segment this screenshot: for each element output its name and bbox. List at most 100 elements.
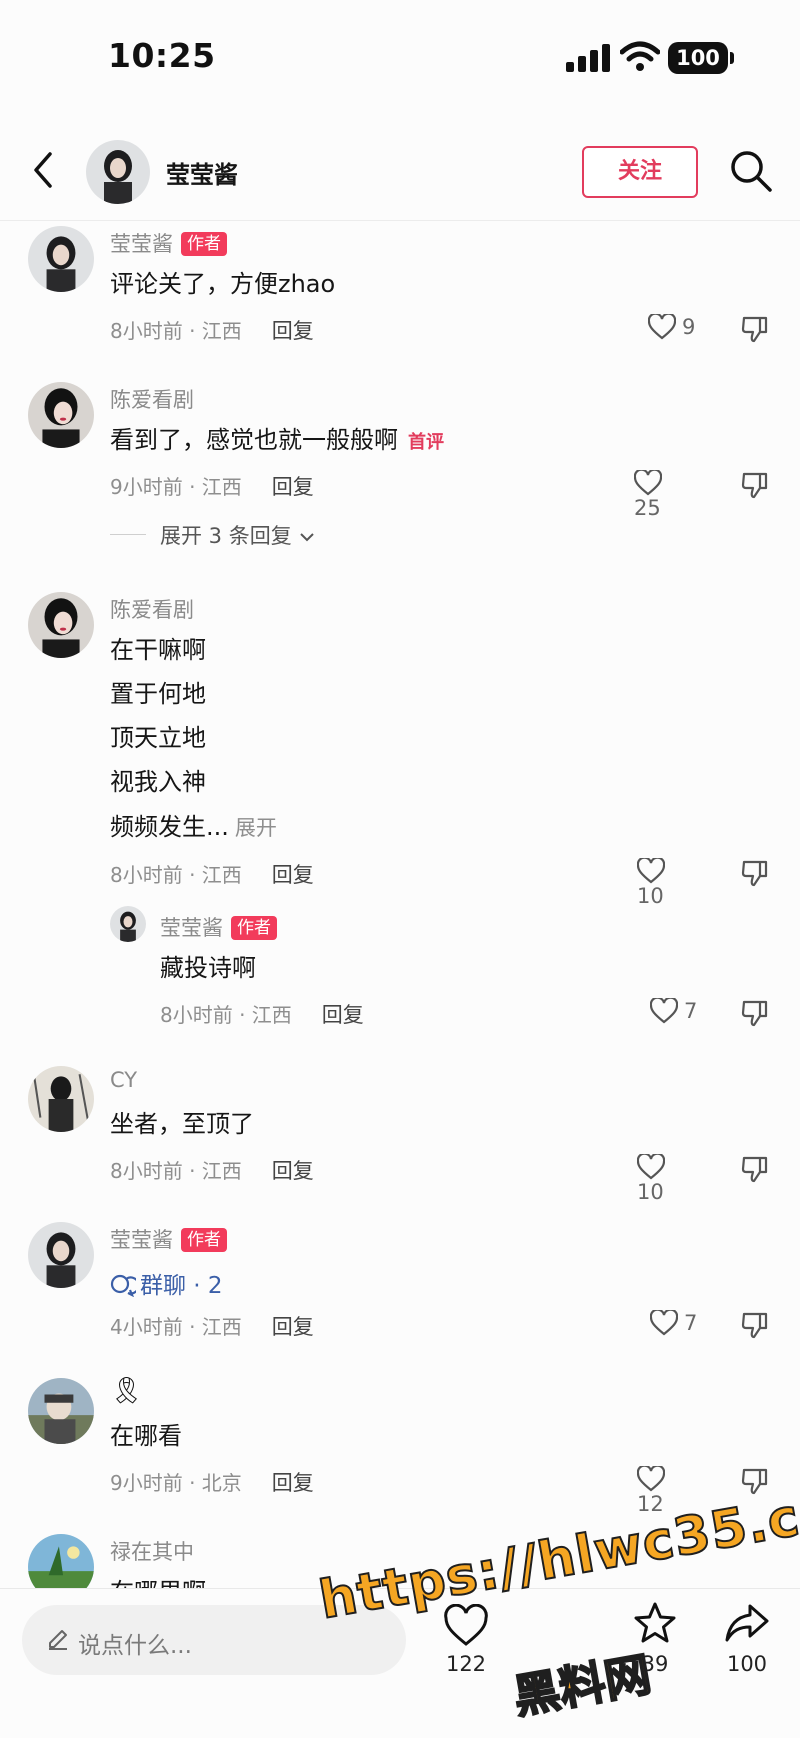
comment-username[interactable]: 陈爱看剧 bbox=[110, 594, 194, 624]
battery-indicator: 100 bbox=[668, 42, 734, 74]
like-count: 9 bbox=[682, 315, 696, 339]
comment-username[interactable]: 莹莹酱 作者 bbox=[110, 228, 227, 258]
username-text[interactable]: 莹莹酱 bbox=[160, 916, 223, 940]
like-count: 7 bbox=[684, 999, 698, 1023]
comment-time: 9小时前 · 北京 bbox=[110, 1471, 242, 1495]
username-text[interactable]: 莹莹酱 bbox=[110, 232, 173, 256]
reply-username[interactable]: 莹莹酱 作者 bbox=[160, 912, 277, 942]
dislike-icon[interactable] bbox=[740, 858, 770, 888]
like-button[interactable]: 7 bbox=[649, 996, 710, 1024]
comment-text: 评论关了，方便zhao bbox=[110, 270, 336, 298]
like-count: 10 bbox=[637, 1180, 664, 1204]
header-username[interactable]: 莹莹酱 bbox=[166, 155, 238, 190]
dislike-icon[interactable] bbox=[740, 1310, 770, 1340]
comment-text: 在哪里啊 bbox=[110, 1570, 206, 1588]
comment-input-placeholder[interactable]: 说点什么... bbox=[78, 1626, 192, 1660]
heart-icon bbox=[647, 312, 677, 340]
like-button[interactable]: 9 bbox=[647, 312, 708, 340]
heart-icon bbox=[649, 996, 679, 1024]
comment-line: 视我入神 bbox=[110, 768, 206, 796]
comment-avatar[interactable] bbox=[28, 1222, 94, 1288]
comment-meta: 9小时前 · 江西 回复 bbox=[110, 471, 314, 501]
author-badge: 作者 bbox=[181, 1228, 227, 1252]
reply-button[interactable]: 回复 bbox=[272, 1315, 314, 1339]
comment-line: 在干嘛啊 bbox=[110, 636, 206, 664]
heart-icon bbox=[633, 468, 663, 496]
comment-text: 在哪看 bbox=[110, 1422, 182, 1450]
chevron-down-icon bbox=[300, 533, 315, 542]
comment-avatar[interactable] bbox=[28, 226, 94, 292]
reply-button[interactable]: 回复 bbox=[272, 863, 314, 887]
comment-meta: 8小时前 · 江西 回复 bbox=[110, 315, 314, 345]
group-chat-link[interactable]: 群聊 · 2 bbox=[110, 1266, 223, 1300]
comment-text: 坐者，至顶了 bbox=[110, 1110, 254, 1138]
comment-time: 8小时前 · 江西 bbox=[110, 319, 242, 343]
heart-icon[interactable] bbox=[443, 1604, 489, 1650]
comment-meta: 8小时前 · 江西 回复 bbox=[110, 1155, 314, 1185]
expand-text-button[interactable]: 展开 bbox=[235, 816, 277, 840]
author-badge: 作者 bbox=[181, 232, 227, 256]
status-time: 10:25 bbox=[108, 36, 216, 75]
reply-button[interactable]: 回复 bbox=[272, 319, 314, 343]
back-icon[interactable] bbox=[26, 148, 62, 192]
dislike-icon[interactable] bbox=[740, 998, 770, 1028]
expand-divider bbox=[110, 534, 146, 535]
search-icon[interactable] bbox=[728, 148, 774, 194]
comment-username[interactable]: 陈爱看剧 bbox=[110, 384, 194, 414]
like-count: 7 bbox=[684, 1311, 698, 1335]
comment-username[interactable]: 禄在其中 bbox=[110, 1536, 194, 1566]
like-button[interactable]: 10 bbox=[636, 1152, 697, 1204]
comment-text: 看到了，感觉也就一般般啊 首评 bbox=[110, 418, 444, 465]
comment-username[interactable]: CY bbox=[110, 1068, 137, 1092]
reply-button[interactable]: 回复 bbox=[322, 1003, 364, 1027]
comment-meta: 8小时前 · 江西 回复 bbox=[110, 859, 314, 889]
chat-bubble-icon bbox=[110, 1274, 140, 1298]
comment-time: 8小时前 · 江西 bbox=[110, 863, 242, 887]
comment-meta: 9小时前 · 北京 回复 bbox=[110, 1467, 314, 1497]
signal-icon bbox=[566, 44, 610, 72]
reply-text: 藏投诗啊 bbox=[160, 954, 256, 982]
expand-replies-button[interactable]: 展开 3 条回复 bbox=[160, 520, 316, 550]
like-count: 10 bbox=[637, 884, 664, 908]
comment-time: 8小时前 · 江西 bbox=[110, 1159, 242, 1183]
like-count: 25 bbox=[634, 496, 661, 520]
ribbon-emoji: 🎗 bbox=[110, 1376, 144, 1406]
comment-line-text: 频频发生... bbox=[110, 813, 229, 841]
expand-label[interactable]: 展开 3 条回复 bbox=[160, 524, 292, 548]
comment-avatar[interactable] bbox=[28, 1378, 94, 1444]
header-divider bbox=[0, 220, 800, 221]
comment-avatar[interactable] bbox=[28, 1066, 94, 1132]
first-comment-tag: 首评 bbox=[408, 432, 444, 453]
reply-button[interactable]: 回复 bbox=[272, 1471, 314, 1495]
dislike-icon[interactable] bbox=[740, 470, 770, 500]
comment-time: 9小时前 · 江西 bbox=[110, 475, 242, 499]
wifi-icon bbox=[620, 41, 660, 71]
dislike-icon[interactable] bbox=[740, 314, 770, 344]
comment-time: 8小时前 · 江西 bbox=[160, 1003, 292, 1027]
comment-line: 置于何地 bbox=[110, 680, 206, 708]
reply-avatar[interactable] bbox=[110, 906, 146, 942]
comment-time: 4小时前 · 江西 bbox=[110, 1315, 242, 1339]
reply-meta: 8小时前 · 江西 回复 bbox=[160, 999, 364, 1029]
dislike-icon[interactable] bbox=[740, 1154, 770, 1184]
share-icon[interactable] bbox=[724, 1600, 770, 1646]
comment-avatar[interactable] bbox=[28, 592, 94, 658]
like-button[interactable]: 7 bbox=[649, 1308, 710, 1336]
comment-line: 顶天立地 bbox=[110, 724, 206, 752]
comment-avatar[interactable] bbox=[28, 382, 94, 448]
comment-line: 频频发生... 展开 bbox=[110, 805, 277, 850]
reply-button[interactable]: 回复 bbox=[272, 475, 314, 499]
comment-username[interactable]: 莹莹酱 作者 bbox=[110, 1224, 227, 1254]
author-badge: 作者 bbox=[231, 916, 277, 940]
like-button[interactable]: 10 bbox=[636, 856, 697, 908]
follow-button[interactable]: 关注 bbox=[582, 146, 698, 198]
header-avatar[interactable] bbox=[86, 140, 150, 204]
like-total: 122 bbox=[445, 1652, 487, 1676]
comment-meta: 4小时前 · 江西 回复 bbox=[110, 1311, 314, 1341]
username-text[interactable]: 莹莹酱 bbox=[110, 1228, 173, 1252]
heart-icon bbox=[636, 1152, 666, 1180]
pencil-icon bbox=[49, 1630, 67, 1650]
reply-button[interactable]: 回复 bbox=[272, 1159, 314, 1183]
group-chat-label[interactable]: 群聊 · 2 bbox=[140, 1273, 223, 1299]
like-button[interactable]: 25 bbox=[633, 468, 694, 520]
